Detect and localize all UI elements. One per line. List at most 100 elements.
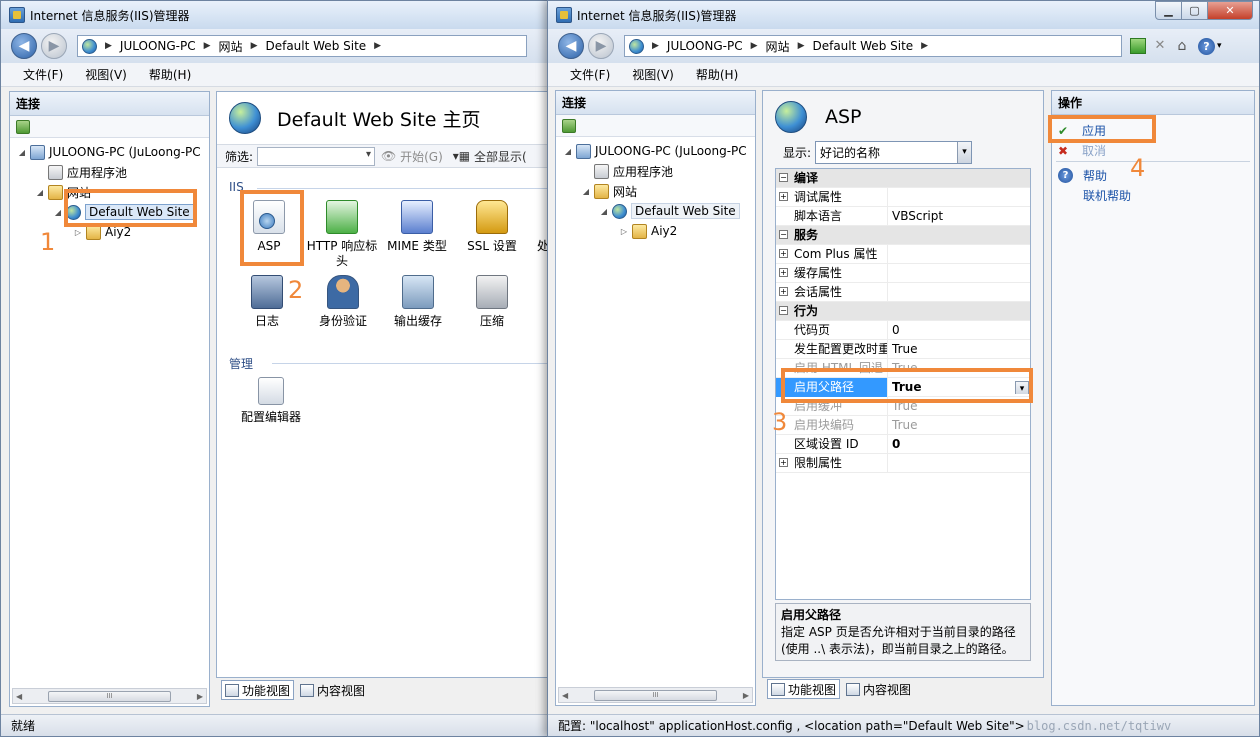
tab-features-view[interactable]: 功能视图 bbox=[221, 680, 295, 700]
scroll-left-icon[interactable]: ◀ bbox=[562, 691, 568, 700]
menu-help[interactable]: 帮助(H) bbox=[696, 66, 738, 83]
refresh-icon[interactable] bbox=[1130, 38, 1146, 54]
property-row[interactable]: 启用缓冲 True bbox=[776, 396, 1030, 416]
help-action[interactable]: ? 帮助 bbox=[1058, 167, 1107, 184]
maximize-button[interactable]: ▢ bbox=[1181, 1, 1208, 20]
collapse-icon[interactable]: − bbox=[779, 305, 788, 315]
online-help-action[interactable]: 联机帮助 bbox=[1083, 187, 1131, 204]
address-bar[interactable]: ▶ JULOONG-PC ▶ 网站 ▶ Default Web Site ▶ bbox=[77, 35, 527, 57]
expand-icon[interactable]: ▷ bbox=[72, 228, 84, 237]
connect-icon[interactable] bbox=[562, 118, 576, 133]
expand-icon[interactable]: + bbox=[779, 191, 788, 201]
collapse-icon[interactable]: − bbox=[779, 172, 788, 182]
filter-input[interactable] bbox=[257, 146, 376, 166]
expand-icon[interactable]: + bbox=[779, 457, 788, 467]
expand-icon[interactable]: + bbox=[779, 267, 788, 277]
collapse-icon[interactable]: ◢ bbox=[580, 187, 592, 196]
property-row[interactable]: + 缓存属性 bbox=[776, 263, 1030, 283]
tab-features-view[interactable]: 功能视图 bbox=[767, 679, 841, 699]
apply-link[interactable]: 应用 bbox=[1082, 122, 1106, 139]
property-row[interactable]: − 行为 bbox=[776, 302, 1030, 321]
back-button[interactable]: ◀ bbox=[558, 33, 584, 59]
scroll-left-icon[interactable]: ◀ bbox=[16, 692, 22, 701]
collapse-icon[interactable]: ◢ bbox=[598, 207, 610, 216]
collapse-icon[interactable]: − bbox=[779, 229, 788, 239]
horizontal-scrollbar[interactable]: ◀ III ▶ bbox=[12, 688, 207, 704]
forward-button[interactable]: ▶ bbox=[41, 33, 67, 59]
tree-node-app-pools[interactable]: 应用程序池 bbox=[556, 161, 755, 181]
property-row[interactable]: 发生配置更改时重 True bbox=[776, 339, 1030, 359]
tree-node-server[interactable]: ◢ JULOONG-PC (JuLoong-PC bbox=[10, 142, 209, 162]
display-mode-select[interactable]: 好记的名称 ▾ bbox=[815, 141, 973, 164]
scroll-thumb[interactable]: III bbox=[593, 689, 718, 701]
menu-file[interactable]: 文件(F) bbox=[23, 66, 63, 83]
start-filter-button[interactable]: 👁 开始(G) bbox=[381, 148, 443, 165]
feature-asp[interactable]: ASP bbox=[233, 200, 305, 254]
address-segment-site[interactable]: Default Web Site bbox=[812, 39, 913, 53]
address-bar[interactable]: ▶ JULOONG-PC ▶ 网站 ▶ Default Web Site ▶ bbox=[624, 35, 1122, 57]
property-row[interactable]: 区域设置 ID 0 bbox=[776, 434, 1030, 454]
feature-partial[interactable]: 处 bbox=[517, 200, 549, 254]
horizontal-scrollbar[interactable]: ◀ III ▶ bbox=[558, 687, 753, 703]
collapse-icon[interactable]: ◢ bbox=[52, 208, 64, 217]
collapse-icon[interactable]: ◢ bbox=[34, 188, 46, 197]
feature-output-caching[interactable]: 输出缓存 bbox=[382, 275, 454, 329]
chevron-down-icon[interactable]: ▾ bbox=[1217, 41, 1222, 51]
help-link[interactable]: 帮助 bbox=[1083, 167, 1107, 184]
menu-help[interactable]: 帮助(H) bbox=[149, 66, 191, 83]
tree-node-sites[interactable]: ◢ 网站 bbox=[10, 182, 209, 202]
stop-icon[interactable]: ✕ bbox=[1152, 38, 1168, 54]
address-segment-site[interactable]: Default Web Site bbox=[265, 39, 366, 53]
scroll-thumb[interactable]: III bbox=[47, 690, 172, 702]
chevron-down-icon[interactable]: ▾ bbox=[957, 142, 972, 163]
apply-action[interactable]: ✔ 应用 bbox=[1058, 122, 1106, 139]
feature-configuration-editor[interactable]: 配置编辑器 bbox=[231, 377, 311, 425]
tab-content-view[interactable]: 内容视图 bbox=[297, 680, 368, 700]
cancel-action[interactable]: ✖ 取消 bbox=[1058, 142, 1106, 159]
tree-node-default-web-site[interactable]: ◢ Default Web Site bbox=[10, 202, 209, 222]
property-row[interactable]: 代码页 0 bbox=[776, 320, 1030, 340]
back-button[interactable]: ◀ bbox=[11, 33, 37, 59]
tree-node-server[interactable]: ◢ JULOONG-PC (JuLoong-PC bbox=[556, 141, 755, 161]
property-row[interactable]: + 会话属性 bbox=[776, 282, 1030, 302]
expand-icon[interactable]: + bbox=[779, 286, 788, 296]
home-icon[interactable]: ⌂ bbox=[1174, 38, 1190, 54]
property-value[interactable]: True ▾ bbox=[888, 380, 1030, 394]
menu-file[interactable]: 文件(F) bbox=[570, 66, 610, 83]
chevron-down-icon[interactable]: ▾ bbox=[1015, 381, 1029, 394]
connect-icon[interactable] bbox=[16, 119, 30, 134]
property-row[interactable]: 脚本语言 VBScript bbox=[776, 206, 1030, 226]
collapse-icon[interactable]: ◢ bbox=[562, 147, 574, 156]
feature-mime-types[interactable]: MIME 类型 bbox=[381, 200, 453, 254]
address-segment-pc[interactable]: JULOONG-PC bbox=[667, 39, 743, 53]
scroll-right-icon[interactable]: ▶ bbox=[197, 692, 203, 701]
online-help-link[interactable]: 联机帮助 bbox=[1083, 189, 1131, 203]
address-segment-pc[interactable]: JULOONG-PC bbox=[120, 39, 196, 53]
property-row[interactable]: 启用块编码 True bbox=[776, 415, 1030, 435]
property-row[interactable]: + 限制属性 bbox=[776, 453, 1030, 473]
cancel-link[interactable]: 取消 bbox=[1082, 142, 1106, 159]
address-segment-sites[interactable]: 网站 bbox=[766, 38, 790, 55]
property-row[interactable]: − 服务 bbox=[776, 226, 1030, 245]
feature-authentication[interactable]: 身份验证 bbox=[307, 275, 379, 329]
tree-node-sites[interactable]: ◢ 网站 bbox=[556, 181, 755, 201]
show-all-button[interactable]: ▾▦ 全部显示( bbox=[453, 148, 527, 165]
expand-icon[interactable]: ▷ bbox=[618, 227, 630, 236]
help-icon[interactable]: ? bbox=[1198, 37, 1215, 55]
property-row[interactable]: + 调试属性 bbox=[776, 187, 1030, 207]
property-row[interactable]: 启用 HTML 回退 True bbox=[776, 358, 1030, 378]
menu-view[interactable]: 视图(V) bbox=[85, 66, 127, 83]
tree-node-default-web-site[interactable]: ◢ Default Web Site bbox=[556, 201, 755, 221]
feature-compression[interactable]: 压缩 bbox=[456, 275, 528, 329]
address-segment-sites[interactable]: 网站 bbox=[219, 38, 243, 55]
property-row[interactable]: 启用父路径 True ▾ bbox=[776, 377, 1030, 397]
property-row[interactable]: − 编译 bbox=[776, 169, 1030, 188]
minimize-button[interactable]: ▁ bbox=[1155, 1, 1182, 20]
tab-content-view[interactable]: 内容视图 bbox=[843, 679, 914, 699]
scroll-right-icon[interactable]: ▶ bbox=[743, 691, 749, 700]
close-button[interactable]: ✕ bbox=[1207, 1, 1253, 20]
feature-http-response-headers[interactable]: HTTP 响应标头 bbox=[306, 200, 378, 269]
tree-node-app-pools[interactable]: 应用程序池 bbox=[10, 162, 209, 182]
collapse-icon[interactable]: ◢ bbox=[16, 148, 28, 157]
expand-icon[interactable]: + bbox=[779, 248, 788, 258]
